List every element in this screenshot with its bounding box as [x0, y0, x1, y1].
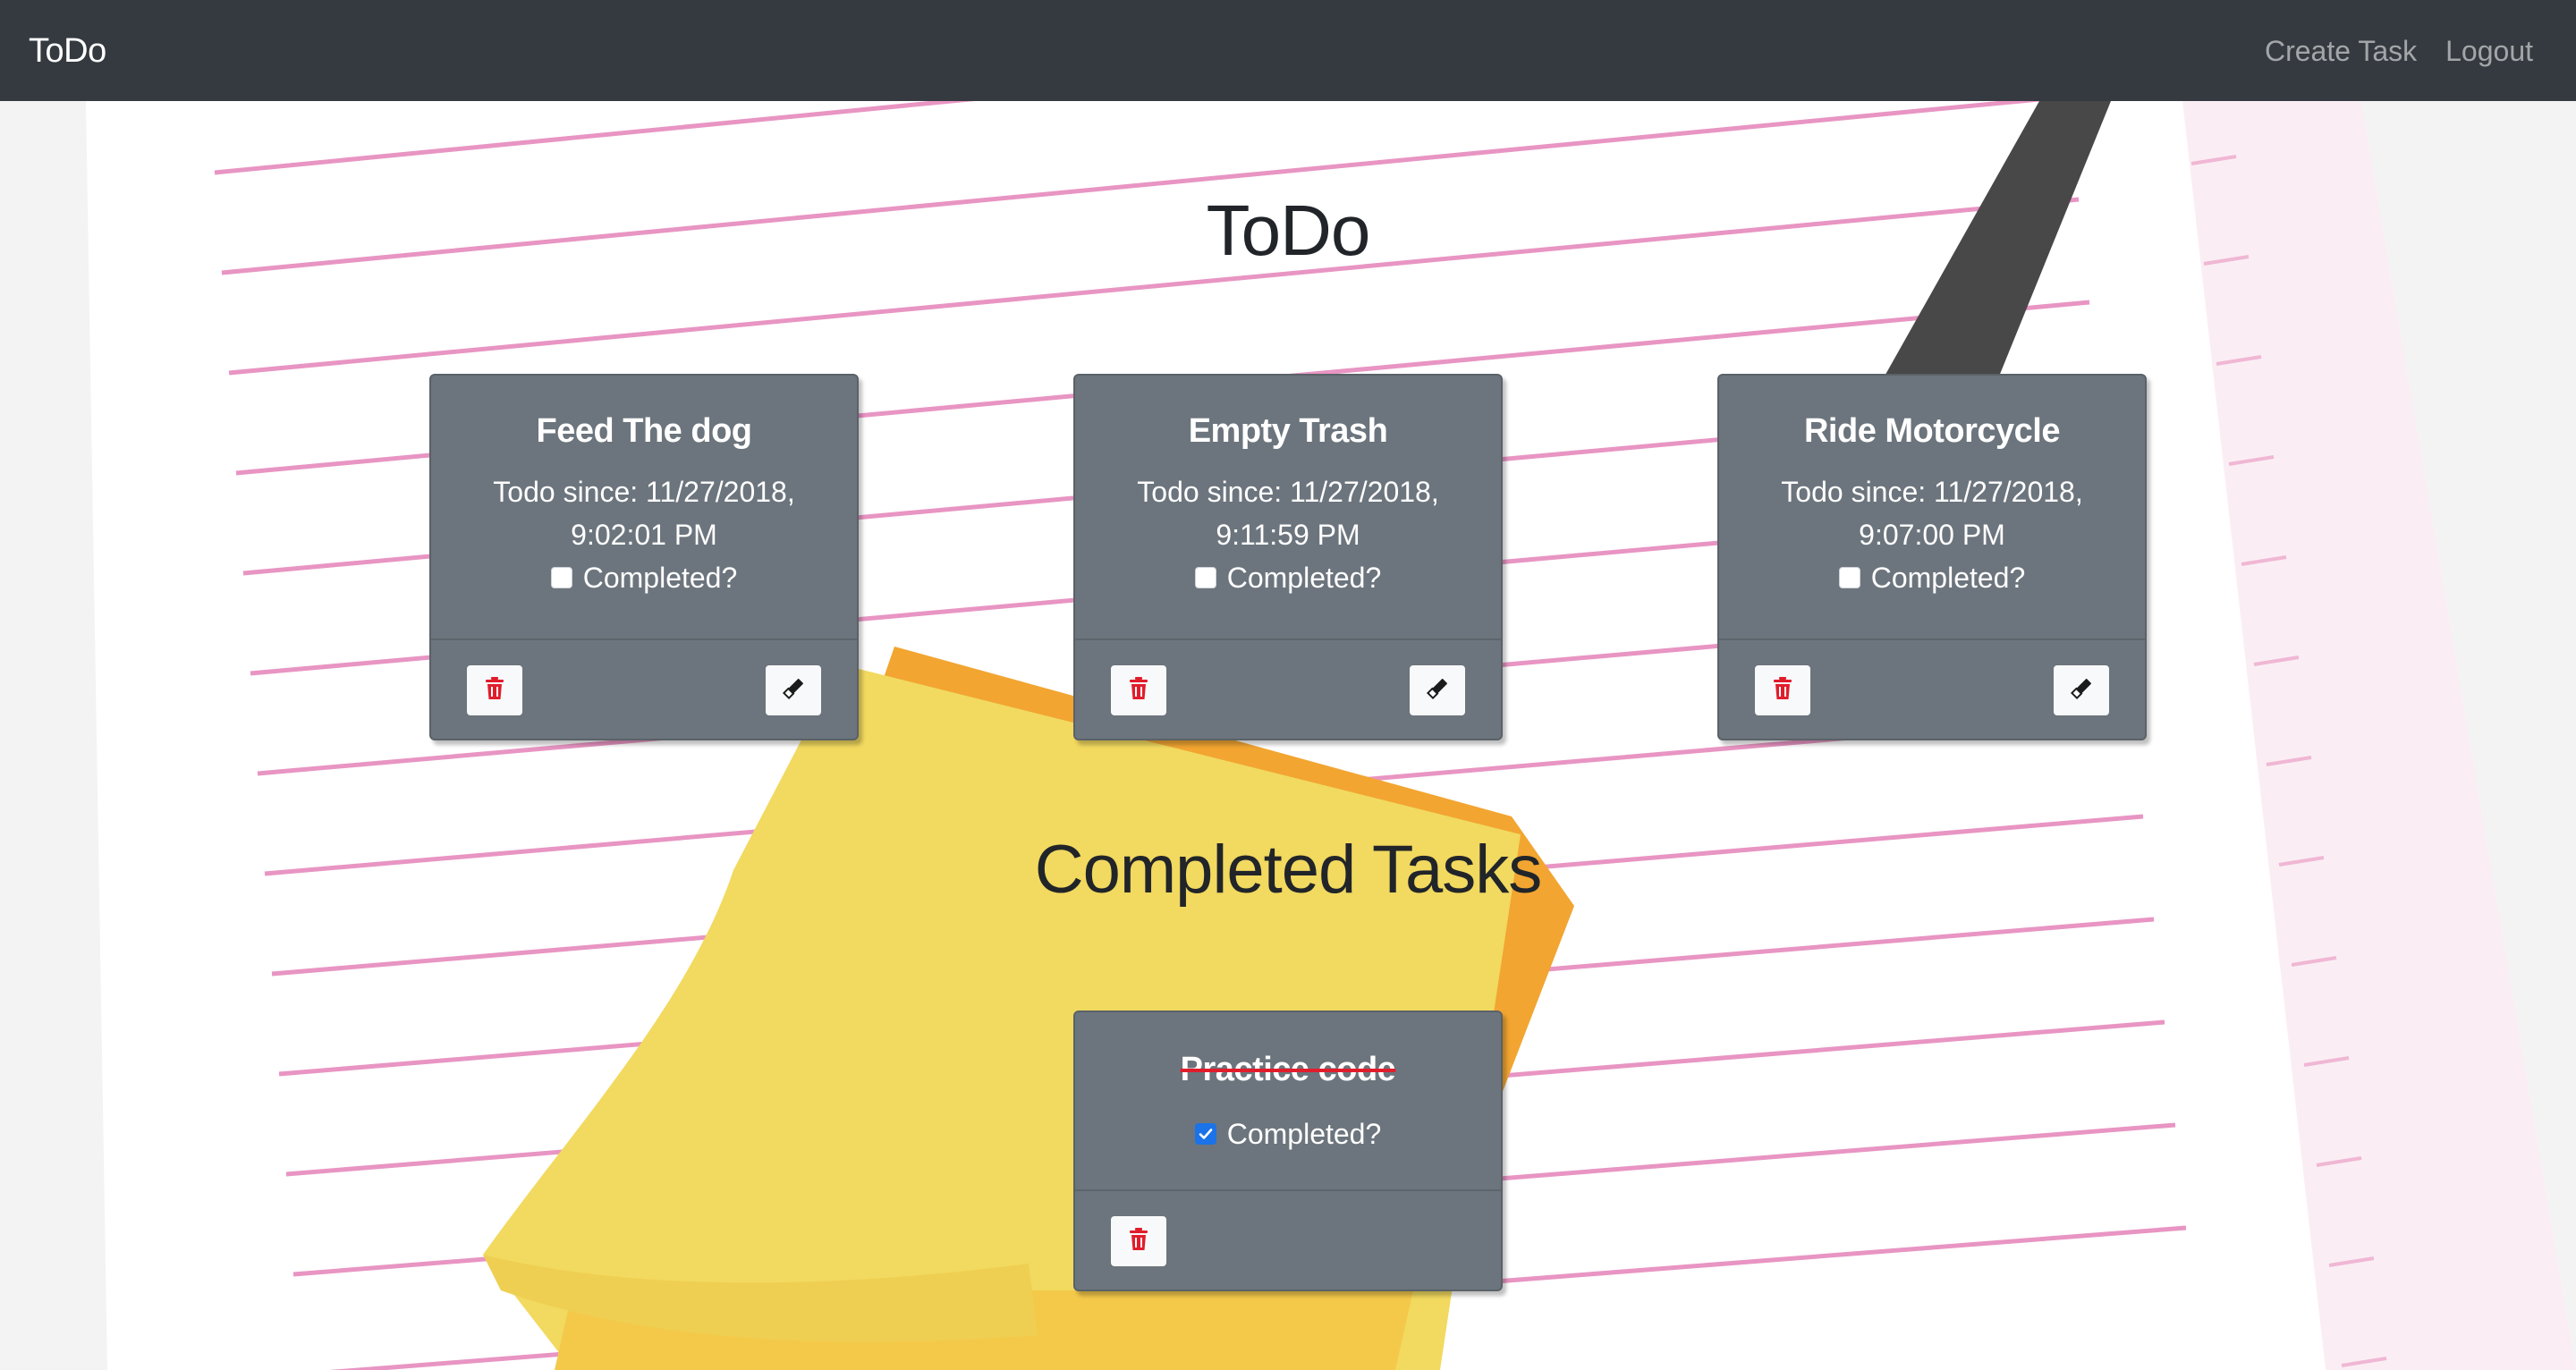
card-footer: [1719, 638, 2145, 739]
completed-toggle: Completed?: [1075, 1112, 1501, 1155]
eraser-icon: [2070, 677, 2093, 705]
completed-toggle: Completed?: [1719, 556, 2145, 599]
card-body: Feed The dog Todo since: 11/27/2018, 9:0…: [431, 376, 857, 599]
delete-button[interactable]: [1111, 665, 1166, 715]
task-title: Practice code: [1180, 1051, 1396, 1088]
task-title: Ride Motorcycle: [1803, 412, 2061, 450]
card-footer: [1075, 638, 1501, 739]
task-date-line1: Todo since: 11/27/2018,: [493, 476, 795, 508]
top-navbar: ToDo Create Task Logout: [0, 0, 2576, 101]
completed-label: Completed?: [1870, 562, 2026, 594]
completed-label: Completed?: [582, 562, 738, 594]
delete-button[interactable]: [467, 665, 522, 715]
delete-button[interactable]: [1755, 665, 1810, 715]
trash-icon: [1129, 1227, 1148, 1256]
edit-button[interactable]: [2054, 665, 2109, 715]
task-date-line2: 9:11:59 PM: [1216, 519, 1360, 551]
task-date-line2: 9:07:00 PM: [1859, 519, 2005, 551]
delete-button[interactable]: [1111, 1216, 1166, 1266]
card-footer: [1075, 1189, 1501, 1290]
completed-checkbox[interactable]: [1194, 1123, 1216, 1145]
task-title: Feed The dog: [536, 412, 753, 450]
logout-link[interactable]: Logout: [2445, 31, 2533, 71]
task-date: Todo since: 11/27/2018, 9:11:59 PM: [1075, 470, 1501, 556]
task-date: Todo since: 11/27/2018, 9:07:00 PM: [1719, 470, 2145, 556]
brand-logo-link[interactable]: ToDo: [29, 30, 106, 72]
completed-task-card: Practice code Completed?: [1073, 1011, 1503, 1291]
todo-card: Empty Trash Todo since: 11/27/2018, 9:11…: [1073, 374, 1503, 740]
task-date: Todo since: 11/27/2018, 9:02:01 PM: [431, 470, 857, 556]
task-date-line1: Todo since: 11/27/2018,: [1137, 476, 1439, 508]
task-date-line2: 9:02:01 PM: [571, 519, 717, 551]
eraser-icon: [1426, 677, 1449, 705]
completed-checkbox[interactable]: [1838, 567, 1860, 588]
completed-checkbox[interactable]: [1194, 567, 1216, 588]
trash-icon: [485, 676, 504, 705]
edit-button[interactable]: [766, 665, 821, 715]
completed-tasks-heading: Completed Tasks: [1034, 832, 1543, 908]
todo-heading: ToDo: [1206, 190, 1371, 270]
eraser-icon: [782, 677, 805, 705]
task-title: Empty Trash: [1188, 412, 1388, 450]
create-task-link[interactable]: Create Task: [2265, 31, 2417, 71]
card-body: Empty Trash Todo since: 11/27/2018, 9:11…: [1075, 376, 1501, 599]
completed-toggle: Completed?: [431, 556, 857, 599]
task-date-line1: Todo since: 11/27/2018,: [1781, 476, 2083, 508]
completed-label: Completed?: [1226, 1118, 1382, 1150]
edit-button[interactable]: [1410, 665, 1465, 715]
completed-label: Completed?: [1226, 562, 1382, 594]
trash-icon: [1773, 676, 1792, 705]
nav-links: Create Task Logout: [2265, 31, 2533, 71]
completed-checkbox[interactable]: [550, 567, 572, 588]
trash-icon: [1129, 676, 1148, 705]
checkmark-icon: [1199, 1129, 1213, 1139]
card-footer: [431, 638, 857, 739]
card-body: Practice code Completed?: [1075, 1012, 1501, 1155]
completed-toggle: Completed?: [1075, 556, 1501, 599]
todo-card: Ride Motorcycle Todo since: 11/27/2018, …: [1717, 374, 2147, 740]
todo-card: Feed The dog Todo since: 11/27/2018, 9:0…: [429, 374, 859, 740]
card-body: Ride Motorcycle Todo since: 11/27/2018, …: [1719, 376, 2145, 599]
